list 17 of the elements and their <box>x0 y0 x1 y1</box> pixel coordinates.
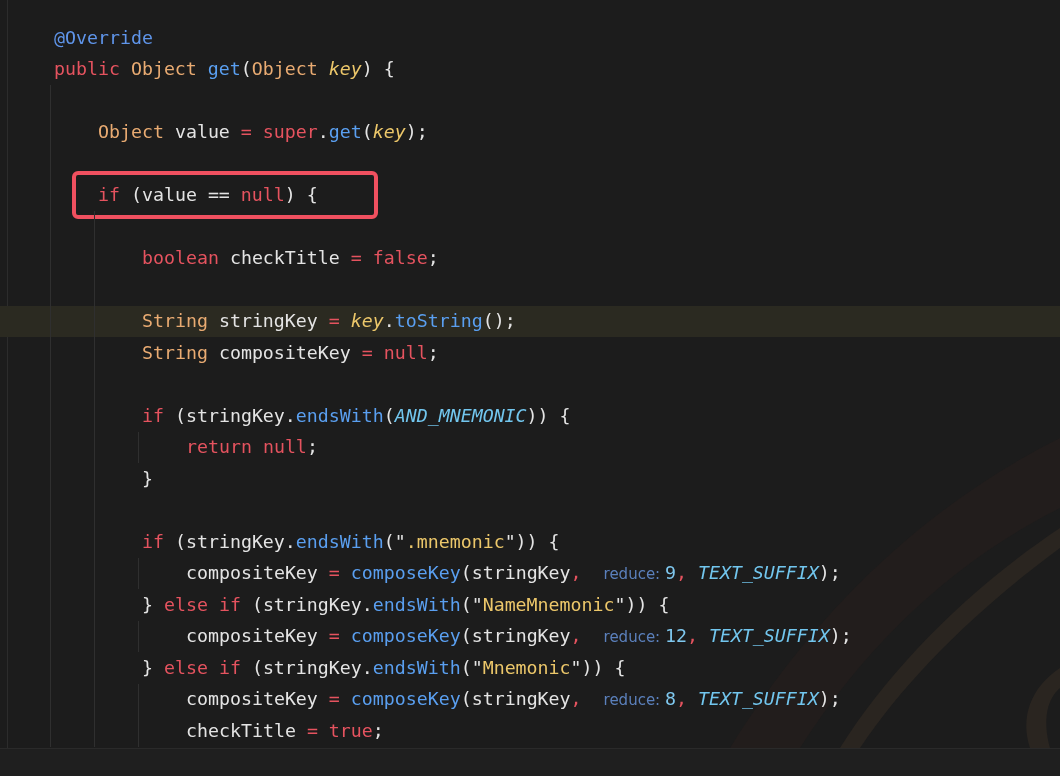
code-line: boolean checkTitle = false; <box>142 247 439 269</box>
code-line: String compositeKey = null; <box>142 341 439 363</box>
code-line: @Override <box>54 26 153 48</box>
code-line: if (stringKey.endsWith(".mnemonic")) { <box>142 530 560 552</box>
code-line: if (stringKey.endsWith(AND_MNEMONIC)) { <box>142 404 571 426</box>
code-line: } <box>142 467 153 489</box>
code-line: Object value = super.get(key); <box>98 121 428 143</box>
code-line: public Object get(Object key) { <box>54 58 395 80</box>
code-line: compositeKey = composeKey(stringKey, reduce: 9, TEXT_SUFFIX); <box>186 561 841 583</box>
code-line: } else if (stringKey.endsWith("Mnemonic")) { <box>142 656 626 678</box>
code-line: compositeKey = composeKey(stringKey, reduce: 8, TEXT_SUFFIX); <box>186 687 841 709</box>
code-line: checkTitle = true; <box>186 719 384 741</box>
code-line: if (value == null) { <box>98 184 318 206</box>
code-line: compositeKey = composeKey(stringKey, reduce: 12, TEXT_SUFFIX); <box>186 624 852 646</box>
code-line: } else if (stringKey.endsWith("NameMnemonic")) { <box>142 593 670 615</box>
code-line: return null; <box>186 436 318 458</box>
code-line: String stringKey = key.toString(); <box>142 310 516 332</box>
